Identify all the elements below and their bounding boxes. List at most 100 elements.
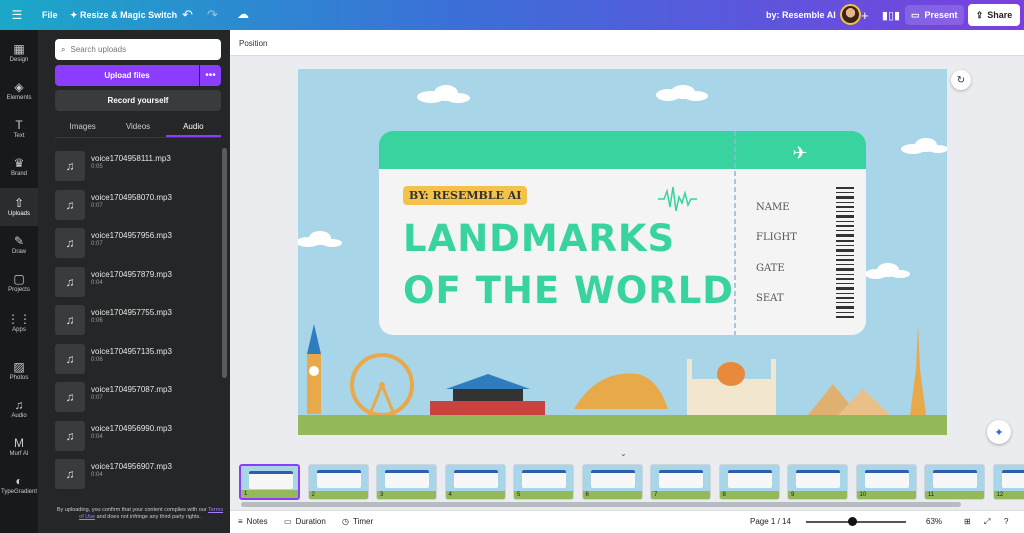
undo-icon[interactable]: ↶ bbox=[182, 7, 193, 23]
rail-item-draw[interactable]: ✎ Draw bbox=[0, 226, 38, 264]
music-note-icon: ♫ bbox=[55, 305, 85, 335]
timer-label: Timer bbox=[352, 517, 374, 526]
page-number: 10 bbox=[859, 492, 867, 498]
page-thumbnail[interactable]: 2 bbox=[307, 464, 369, 500]
upload-files-button[interactable]: Upload files bbox=[55, 65, 199, 86]
page-thumbnail[interactable]: 8 bbox=[718, 464, 780, 500]
resize-label: Resize & Magic Switch bbox=[80, 10, 178, 20]
rail-item-uploads[interactable]: ⇧ Uploads bbox=[0, 188, 38, 226]
rail-item-audio[interactable]: ♫ Audio bbox=[0, 390, 38, 428]
search-field[interactable]: ⌕ bbox=[55, 39, 221, 60]
share-button[interactable]: ⇪ Share bbox=[968, 4, 1020, 26]
timer-button[interactable]: ◷ Timer bbox=[342, 517, 373, 526]
rail-item-murf-ai[interactable]: M Murf AI bbox=[0, 428, 38, 466]
page-thumbnail[interactable]: 3 bbox=[376, 464, 437, 500]
list-item[interactable]: ♫ voice1704957879.mp3 0:04 bbox=[55, 264, 221, 303]
audio-file-name: voice1704957755.mp3 bbox=[91, 308, 172, 317]
rail-item-label: Design bbox=[9, 57, 29, 63]
zoom-slider-handle[interactable] bbox=[848, 517, 857, 526]
music-note-icon: ♫ bbox=[55, 459, 85, 489]
page-indicator[interactable]: Page 1 / 14 bbox=[750, 517, 791, 526]
brand-icon: ♛ bbox=[13, 156, 25, 170]
rail-item-projects[interactable]: ▢ Projects bbox=[0, 264, 38, 302]
page-thumbnail[interactable]: 11 bbox=[924, 464, 985, 500]
design-title[interactable]: by: Resemble AI bbox=[766, 10, 836, 20]
design-icon: ▦ bbox=[13, 42, 25, 56]
airplane-icon: ✈ bbox=[792, 143, 807, 164]
thumbnail-card bbox=[796, 470, 840, 488]
page-thumbnail[interactable]: 1 bbox=[239, 464, 300, 500]
resize-magic-switch-button[interactable]: ✦ Resize & Magic Switch bbox=[70, 10, 177, 21]
cloud-saved-icon[interactable]: ☁ bbox=[237, 7, 249, 21]
rail-item-label: Brand bbox=[10, 171, 27, 177]
music-note-icon: ♫ bbox=[55, 266, 85, 297]
add-collaborator-icon[interactable]: + bbox=[861, 8, 869, 23]
page-thumbnail[interactable]: 9 bbox=[787, 464, 848, 500]
audio-duration: 0:04 bbox=[91, 279, 103, 286]
murf-icon: M bbox=[14, 436, 24, 450]
notes-label: Notes bbox=[246, 517, 268, 526]
list-item[interactable]: ♫ voice1704958111.mp3 0:05 bbox=[55, 148, 221, 187]
list-item[interactable]: ♫ voice1704958070.mp3 0:07 bbox=[55, 187, 221, 226]
rail-item-photos[interactable]: ▨ Photos bbox=[0, 352, 38, 390]
page-thumbnail[interactable]: 10 bbox=[855, 464, 917, 500]
ticket-field-name[interactable]: NAME bbox=[756, 202, 790, 213]
search-input[interactable] bbox=[70, 45, 211, 54]
tab-images[interactable]: Images bbox=[55, 120, 110, 137]
page-thumbnail[interactable]: 4 bbox=[444, 464, 506, 500]
present-label: Present bbox=[924, 10, 958, 20]
avatar[interactable] bbox=[840, 4, 861, 25]
audio-duration: 0:04 bbox=[91, 433, 103, 440]
page-thumbnail[interactable]: 7 bbox=[650, 464, 711, 500]
rail-item-typegradient[interactable]: ◐ TypeGradient bbox=[0, 466, 38, 504]
ticket-field-seat[interactable]: SEAT bbox=[756, 293, 784, 304]
magic-assistant-icon[interactable]: ✦ bbox=[987, 420, 1011, 444]
redo-icon[interactable]: ↷ bbox=[207, 7, 218, 23]
slide-canvas[interactable]: ✈ BY: RESEMBLE AI LANDMARKS OF THE WORLD… bbox=[298, 69, 947, 435]
list-item[interactable]: ♫ voice1704957956.mp3 0:07 bbox=[55, 225, 221, 264]
position-button[interactable]: Position bbox=[239, 39, 267, 48]
music-note-icon: ♫ bbox=[55, 189, 85, 220]
page-number: 1 bbox=[244, 491, 248, 497]
page-thumbnail[interactable]: 5 bbox=[513, 464, 574, 500]
rail-item-brand[interactable]: ♛ Brand bbox=[0, 148, 38, 186]
ticket-field-gate[interactable]: GATE bbox=[756, 263, 785, 274]
insights-chart-icon[interactable]: ▮▯▮ bbox=[882, 5, 900, 25]
fullscreen-icon[interactable]: ⤢ bbox=[984, 517, 990, 527]
tab-videos[interactable]: Videos bbox=[110, 120, 165, 137]
title-badge[interactable]: BY: RESEMBLE AI bbox=[403, 186, 528, 205]
page-thumbnail[interactable]: 6 bbox=[581, 464, 643, 500]
list-item[interactable]: ♫ voice1704956907.mp3 0:04 bbox=[55, 456, 221, 495]
notes-icon: ≡ bbox=[238, 517, 243, 526]
help-icon[interactable]: ? bbox=[1004, 517, 1008, 526]
rail-item-elements[interactable]: ◈ Elements bbox=[0, 72, 38, 110]
hamburger-menu-icon[interactable]: ☰ bbox=[10, 8, 24, 22]
rail-item-text[interactable]: T Text bbox=[0, 110, 38, 148]
refresh-icon[interactable]: ↻ bbox=[951, 70, 971, 90]
page-thumbnail[interactable]: 12 bbox=[992, 464, 1024, 500]
panel-scrollbar[interactable] bbox=[222, 148, 227, 378]
notes-button[interactable]: ≡ Notes bbox=[238, 517, 268, 526]
zoom-percent[interactable]: 63% bbox=[926, 517, 942, 526]
upload-tabs: Images Videos Audio bbox=[55, 120, 221, 138]
thumbnails-scrollbar[interactable] bbox=[241, 502, 961, 507]
list-item[interactable]: ♫ voice1704957087.mp3 0:07 bbox=[55, 379, 221, 418]
list-item[interactable]: ♫ voice1704957135.mp3 0:06 bbox=[55, 341, 221, 380]
list-item[interactable]: ♫ voice1704956990.mp3 0:04 bbox=[55, 418, 221, 457]
present-button[interactable]: ▭ Present bbox=[905, 5, 964, 25]
list-item[interactable]: ♫ voice1704957755.mp3 0:06 bbox=[55, 302, 221, 341]
tab-audio[interactable]: Audio bbox=[165, 120, 221, 137]
chevron-down-icon[interactable]: ⌄ bbox=[620, 449, 627, 458]
slide-title-line1[interactable]: LANDMARKS bbox=[403, 217, 675, 260]
file-menu[interactable]: File bbox=[42, 10, 58, 20]
duration-button[interactable]: ▭ Duration bbox=[284, 517, 326, 526]
rail-item-apps[interactable]: ⋮⋮ Apps bbox=[0, 304, 38, 342]
page-number: 6 bbox=[585, 492, 589, 498]
rail-item-design[interactable]: ▦ Design bbox=[0, 34, 38, 72]
more-options-icon[interactable]: ••• bbox=[200, 65, 221, 86]
uploads-icon: ⇧ bbox=[13, 196, 25, 210]
slide-title-line2[interactable]: OF THE WORLD bbox=[403, 269, 734, 312]
record-yourself-button[interactable]: Record yourself bbox=[55, 90, 221, 111]
grid-view-icon[interactable]: ⊞ bbox=[964, 517, 971, 526]
ticket-field-flight[interactable]: FLIGHT bbox=[756, 232, 797, 243]
